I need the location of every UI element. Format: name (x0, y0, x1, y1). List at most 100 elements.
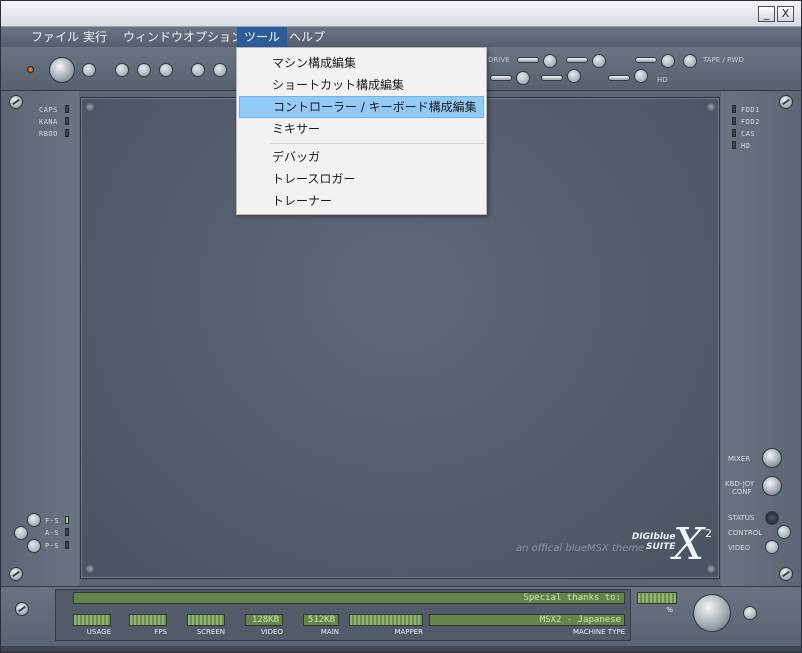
hd-led (732, 141, 736, 149)
screen-display (187, 614, 225, 626)
close-button[interactable]: X (777, 6, 794, 22)
fs-indicator-label: F-S (45, 517, 60, 525)
hd-button[interactable] (634, 69, 648, 83)
menu-item-trainer[interactable]: トレーナー (239, 190, 484, 212)
status-button[interactable] (765, 511, 779, 525)
screw-icon (779, 567, 793, 581)
screw-icon (9, 567, 23, 581)
tape-slot[interactable] (635, 57, 657, 63)
brand-name-1: DIGIblue (631, 532, 676, 542)
machine-type-label: MACHINE TYPE (572, 628, 625, 636)
volume-button[interactable] (743, 606, 757, 620)
menu-item-machine-editor[interactable]: マシン構成編集 (239, 52, 484, 74)
menu-item-trace-logger[interactable]: トレースロガー (239, 168, 484, 190)
tape-label: TAPE / RWD (703, 56, 744, 64)
power-led (27, 66, 34, 73)
volume-display (637, 592, 677, 604)
mapper-display (349, 614, 423, 626)
kana-led (65, 117, 69, 125)
power-knob[interactable] (49, 57, 75, 83)
menu-help[interactable]: ヘルプ (282, 27, 332, 47)
rewind-button[interactable] (683, 54, 697, 68)
ticker-display: Special thanks to: (73, 592, 625, 604)
menu-tools[interactable]: ツール (237, 27, 288, 47)
kbd-joy-label: KBD-JOY (725, 480, 755, 488)
video-mem-label: VIDEO (260, 628, 283, 636)
title-bar: _ X (1, 1, 801, 27)
menu-item-shortcut-editor[interactable]: ショートカット構成編集 (239, 74, 484, 96)
volume-knob[interactable] (693, 594, 731, 632)
screw-icon (9, 95, 23, 109)
ps-button[interactable] (27, 539, 41, 553)
bluemsx-window: _ X ファイル 実行 ウィンドウ オプション ツール ヘルプ DRIVE TA… (0, 0, 802, 653)
fdd1-indicator-label: FDD1 (741, 106, 760, 114)
rboo-indicator-label: RBOO (39, 130, 58, 138)
status-label: STATUS (728, 514, 755, 522)
screen-label: SCREEN (196, 628, 225, 636)
stop-button[interactable] (159, 63, 173, 77)
screw-icon (15, 602, 29, 616)
brand-x-logo: X (673, 519, 705, 570)
menu-separator (270, 143, 484, 144)
menu-run[interactable]: 実行 (76, 27, 114, 47)
ps-led (65, 541, 69, 549)
tape-button[interactable] (661, 54, 675, 68)
as-button[interactable] (14, 526, 28, 540)
main-display: 512KB (303, 614, 339, 626)
cart-a-button[interactable] (516, 71, 530, 85)
fdd2-indicator-label: FDD2 (741, 118, 760, 126)
settings-button[interactable] (191, 63, 205, 77)
control-button[interactable] (777, 525, 791, 539)
menu-item-controller-keyboard-editor[interactable]: コントローラー / キーボード構成編集 (239, 96, 484, 118)
kbd-joy-knob[interactable] (762, 476, 782, 496)
cart-b-button[interactable] (567, 69, 581, 83)
left-panel (1, 91, 79, 586)
menu-item-debugger[interactable]: デバッガ (239, 146, 484, 168)
machine-display: MSX2 - Japanese (429, 614, 625, 626)
video-display: 128KB (245, 614, 283, 626)
usage-display (73, 614, 111, 626)
drive-a-slot[interactable] (517, 57, 539, 63)
tool-button[interactable] (213, 63, 227, 77)
caps-led (65, 105, 69, 113)
cas-led (732, 129, 736, 137)
hd-indicator-label: HD (741, 142, 751, 150)
main-mem-label: MAIN (320, 628, 339, 636)
screen-screw-icon (86, 565, 94, 573)
screen-screw-icon (707, 103, 715, 111)
pause-button[interactable] (137, 63, 151, 77)
cart-a-slot[interactable] (490, 75, 512, 81)
mixer-knob[interactable] (762, 448, 782, 468)
menu-bar: ファイル 実行 ウィンドウ オプション ツール ヘルプ (1, 27, 801, 47)
fdd1-led (732, 105, 736, 113)
usage-label: USAGE (86, 628, 111, 636)
brand-tagline: an offical blueMSX theme (516, 543, 645, 554)
cart-b-slot[interactable] (541, 75, 563, 81)
tools-dropdown-menu: マシン構成編集 ショートカット構成編集 コントローラー / キーボード構成編集 … (236, 47, 487, 215)
video-label: VIDEO (728, 544, 751, 552)
screw-icon (779, 95, 793, 109)
reset-button[interactable] (82, 63, 96, 77)
mapper-label: MAPPER (394, 628, 423, 636)
fdd2-led (732, 117, 736, 125)
mixer-label: MIXER (728, 455, 751, 463)
hd-slot[interactable] (608, 75, 630, 81)
conf-label: CONF (732, 488, 752, 496)
as-indicator-label: A-S (45, 529, 60, 537)
video-button[interactable] (765, 540, 779, 554)
brand-superscript: 2 (705, 527, 712, 540)
play-button[interactable] (115, 63, 129, 77)
screen-screw-icon (86, 103, 94, 111)
as-led (65, 528, 69, 536)
drive-b-slot[interactable] (566, 57, 588, 63)
right-panel (721, 91, 801, 586)
menu-item-mixer[interactable]: ミキサー (239, 118, 484, 140)
fs-button[interactable] (27, 513, 41, 527)
minimize-button[interactable]: _ (758, 6, 775, 22)
drive-b-button[interactable] (592, 54, 606, 68)
control-label: CONTROL (728, 529, 763, 537)
drive-label: DRIVE (488, 56, 510, 64)
drive-a-button[interactable] (543, 54, 557, 68)
percent-label: % (666, 606, 673, 614)
kana-indicator-label: KANA (39, 118, 58, 126)
